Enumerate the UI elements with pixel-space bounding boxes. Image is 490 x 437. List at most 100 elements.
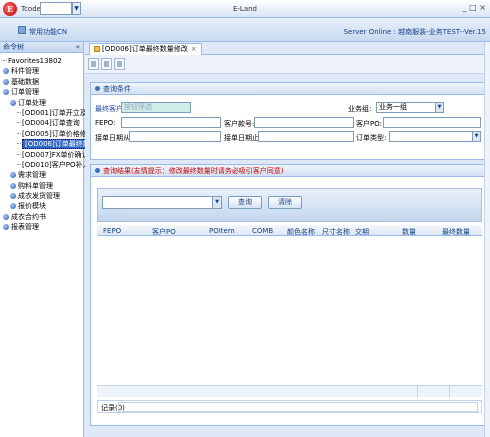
folder-icon [10, 182, 16, 189]
tree-item-label: 报表管理 [11, 223, 39, 232]
column-header[interactable]: 尺寸名称 [322, 227, 350, 237]
tree-item-label: 成衣合约书 [11, 212, 46, 221]
query-panel-header: 查询条件 [91, 83, 484, 95]
date-end-label: 接单日期止: [224, 134, 262, 142]
save-icon[interactable] [101, 58, 112, 70]
page-icon [94, 46, 100, 52]
column-header[interactable]: POItem [209, 227, 235, 235]
tree-item-label: 基础数据 [11, 77, 39, 86]
tree-item[interactable]: 需求管理 [0, 170, 83, 180]
customer-po-input[interactable] [383, 117, 481, 128]
tree-item[interactable]: 成衣发货管理 [0, 191, 83, 201]
query-button[interactable]: 查询 [228, 196, 262, 209]
tree-item-label: 成衣发货管理 [18, 192, 60, 201]
folder-icon [10, 193, 16, 200]
chevron-down-icon[interactable]: ▼ [472, 132, 480, 141]
business-group-select[interactable]: 业务一组 ▼ [376, 102, 444, 113]
vertical-scrollbar[interactable] [484, 42, 490, 437]
business-group-label: 业务组: [348, 105, 372, 113]
tree-item[interactable]: [OD005]订单价格修改(新) [0, 129, 106, 139]
tree-item[interactable]: 订单管理 [0, 87, 83, 97]
customer-code-label: 客户款号: [224, 120, 255, 128]
export-icon[interactable] [114, 58, 125, 70]
tree-item-label: 科件管理 [11, 67, 39, 76]
date-end-input[interactable] [258, 131, 354, 142]
order-type-label: 订单类型: [356, 134, 387, 142]
tab-strip: [OD006]订单最终数量修改 × [85, 42, 490, 55]
favorites-icon[interactable] [18, 26, 26, 34]
order-type-select[interactable]: ▼ [389, 131, 481, 142]
grid-body [97, 237, 482, 382]
new-icon[interactable] [88, 58, 99, 70]
chevron-down-icon[interactable]: ▼ [435, 103, 443, 112]
tree-item[interactable]: 成衣合约书 [0, 212, 83, 222]
column-header[interactable]: COMB [252, 227, 273, 235]
tree-item[interactable]: [OD010]客户PO补入 [0, 160, 89, 170]
tree-item-label: Favorites13802 [8, 57, 62, 65]
business-group-value: 业务一组 [379, 103, 407, 111]
title-bar: E Tcode ▼ E-Land _ □ × [0, 0, 490, 18]
header-bar: 常用功能CN Server Online : 越南服装-业务TEST--Ver.… [0, 18, 490, 42]
date-start-input[interactable] [129, 131, 221, 142]
bullet-icon [95, 86, 100, 91]
column-header[interactable]: 最终数量 [442, 227, 470, 237]
column-header[interactable]: 数量 [402, 227, 416, 237]
command-tree: Favorites13802 科件管理 基础数据 订单管理 订单处理 [OD001]订单开… [0, 53, 114, 233]
customer-field[interactable]: 按钮筛选 [121, 102, 191, 113]
tree-item[interactable]: [OD001]订单开立及修改 [0, 108, 101, 118]
record-input[interactable] [118, 402, 478, 412]
tree-item[interactable]: [OD004]订单查询 [0, 118, 83, 128]
result-panel-header: 查询结果(友情提示：修改最终数量时请务必吸引客户同意) [91, 165, 484, 177]
tree-item[interactable]: 订单处理 [0, 98, 83, 108]
folder-icon [10, 172, 16, 179]
tree-item[interactable]: 基础数据 [0, 77, 83, 87]
tree-item[interactable]: [OD007]FX单价确认 [0, 150, 89, 160]
sidebar-header: 命令树 « [0, 42, 83, 53]
tree-connector [17, 122, 21, 124]
filter-combo[interactable]: ▼ [102, 196, 222, 209]
folder-icon [3, 78, 9, 85]
tree-item[interactable]: Favorites13802 [0, 56, 83, 66]
tree-connector [17, 143, 21, 145]
favorites-label[interactable]: 常用功能CN [29, 27, 67, 37]
column-header[interactable]: 颜色名称 [287, 227, 315, 237]
tree-item-label: [OD004]订单查询 [22, 119, 80, 128]
close-icon[interactable]: × [191, 45, 197, 53]
sidebar: 命令树 « Favorites13802 科件管理 基础数据 订单管理 订单处理 [OD0… [0, 42, 114, 437]
folder-icon [3, 89, 9, 96]
column-header[interactable]: 客户PO [152, 227, 176, 237]
tree-item-label: [OD010]客户PO补入 [22, 160, 90, 169]
fepo-input[interactable] [121, 117, 221, 128]
tree-item-label: [OD007]FX单价确认 [22, 150, 89, 159]
window-controls[interactable]: _ □ × [463, 3, 486, 12]
collapse-icon[interactable]: « [76, 42, 80, 53]
folder-icon [3, 224, 9, 231]
tree-connector [17, 163, 21, 165]
folder-icon [3, 68, 9, 75]
tree-item[interactable]: 报价模块 [0, 201, 83, 211]
app-title: E-Land [232, 5, 258, 13]
clear-button[interactable]: 清除 [268, 196, 302, 209]
column-header[interactable]: FEPO [103, 227, 121, 235]
folder-icon [3, 213, 9, 220]
result-panel-title: 查询结果(友情提示：修改最终数量时请务必吸引客户同意) [103, 167, 284, 175]
column-header[interactable]: 交期 [355, 227, 369, 237]
customer-po-label: 客户PO: [356, 120, 382, 128]
tree-item[interactable]: 购料单管理 [0, 181, 83, 191]
tree-connector [17, 132, 21, 134]
tree-item-label: 购料单管理 [18, 181, 53, 190]
customer-code-input[interactable] [254, 117, 354, 128]
chevron-down-icon[interactable]: ▼ [212, 197, 221, 208]
tree-item[interactable]: [OD006]订单最终数量修改 [0, 139, 114, 150]
result-panel: 查询结果(友情提示：修改最终数量时请务必吸引客户同意) ▼ 查询 清除 FEPO… [90, 164, 485, 426]
fepo-label: FEPO: [95, 119, 116, 127]
tree-item[interactable]: 科件管理 [0, 66, 83, 76]
main-area: [OD006]订单最终数量修改 × 查询条件 最终客户: 按钮筛选 业务组: 业务… [85, 42, 490, 437]
tab-od006[interactable]: [OD006]订单最终数量修改 × [89, 43, 202, 55]
record-bar: 记录(0) [97, 400, 482, 413]
query-panel: 查询条件 最终客户: 按钮筛选 业务组: 业务一组 ▼ FEPO: 客户款号: … [90, 82, 485, 160]
tree-item-label: 报价模块 [18, 202, 46, 211]
tree-connector [17, 153, 21, 155]
tree-item[interactable]: 报表管理 [0, 222, 83, 232]
bullet-icon [95, 168, 100, 173]
